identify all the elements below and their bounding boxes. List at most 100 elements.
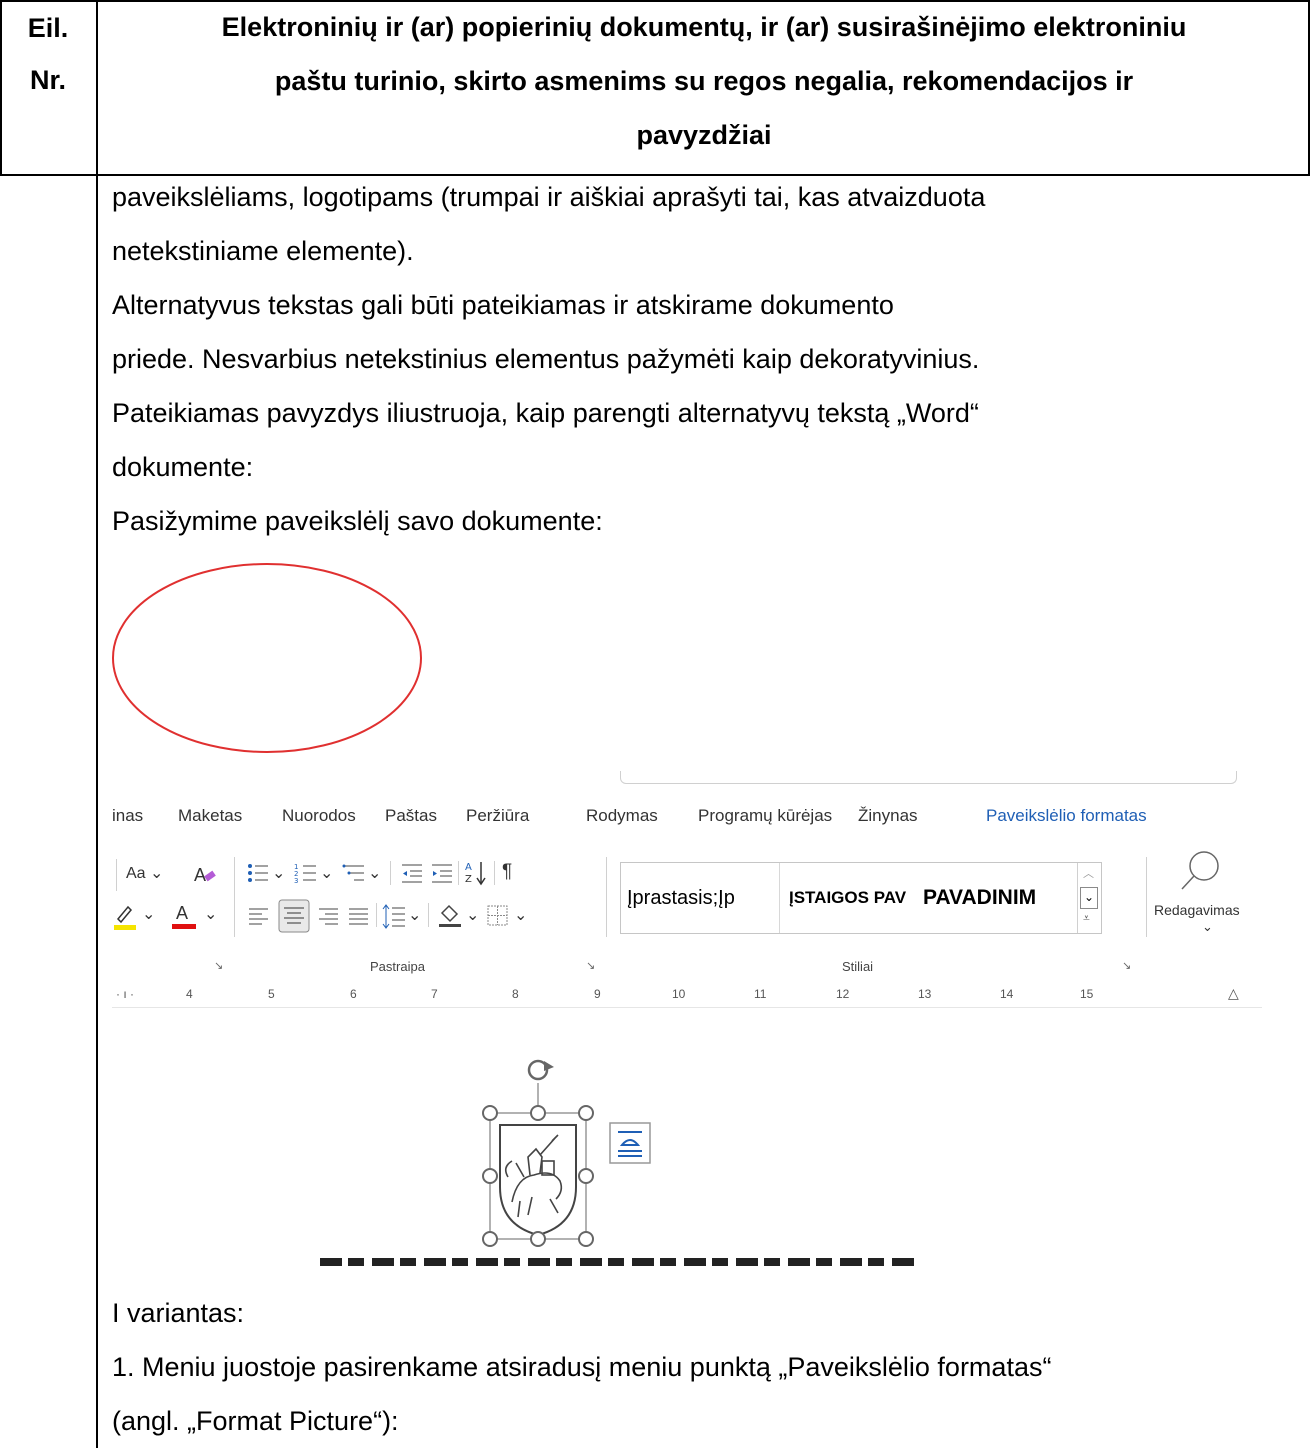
shading-icon[interactable] xyxy=(436,901,464,929)
svg-text:A: A xyxy=(176,903,188,923)
ribbon-separator xyxy=(1146,857,1147,937)
shading-dropdown[interactable]: ⌄ xyxy=(466,905,479,925)
body-line-10: (angl. „Format Picture“): xyxy=(112,1406,399,1436)
svg-text:Z: Z xyxy=(465,874,472,885)
line-spacing-icon[interactable] xyxy=(382,903,406,929)
ribbon-separator xyxy=(606,857,607,937)
rotate-handle-icon[interactable] xyxy=(527,1059,554,1081)
body-line-8: I variantas: xyxy=(112,1298,245,1328)
align-left-icon[interactable] xyxy=(248,905,270,927)
sort-icon[interactable]: A Z xyxy=(464,859,490,887)
right-indent-marker-icon[interactable]: △ xyxy=(1228,985,1239,1002)
tab-paveikslelio-formatas[interactable]: Paveikslėlio formatas xyxy=(986,806,1147,826)
ribbon-separator xyxy=(428,903,429,927)
style-normal[interactable]: Įprastasis;Įp xyxy=(627,863,777,933)
ribbon-separator xyxy=(390,861,391,885)
font-color-dropdown[interactable]: ⌄ xyxy=(204,904,217,924)
clipped-document-heading xyxy=(320,1258,920,1266)
ribbon-separator xyxy=(494,861,495,885)
body-line-2: netekstiniame elemente). xyxy=(112,236,414,266)
increase-indent-icon[interactable] xyxy=(430,861,454,885)
layout-options-icon[interactable] xyxy=(608,1121,652,1165)
horizontal-ruler: · ı · 4 5 6 7 8 9 10 11 12 13 14 15 △ xyxy=(112,983,1262,1008)
body-line-9: 1. Meniu juostoje pasirenkame atsiradusį… xyxy=(112,1352,1052,1382)
ruler-number: 9 xyxy=(594,987,601,1001)
align-center-icon[interactable] xyxy=(278,899,310,933)
body-line-3: Alternatyvus tekstas gali būti pateikiam… xyxy=(112,290,894,320)
ruler-number: 8 xyxy=(512,987,519,1001)
bullets-dropdown[interactable]: ⌄ xyxy=(272,863,285,883)
ruler-number: 15 xyxy=(1080,987,1094,1001)
ribbon-separator xyxy=(234,857,235,937)
styles-scroll: ︿ ⌄ ⩡ xyxy=(1077,863,1100,933)
body-line-1: paveikslėliams, logotipams (trumpai ir a… xyxy=(112,182,986,212)
justify-icon[interactable] xyxy=(348,905,370,927)
ribbon-separator xyxy=(116,859,117,891)
group-label-paragraph: Pastraipa xyxy=(370,959,425,974)
show-formatting-marks-icon[interactable]: ¶ xyxy=(502,861,512,883)
ribbon-separator xyxy=(376,903,377,927)
tab-perziura[interactable]: Peržiūra xyxy=(466,806,529,826)
change-case-button[interactable]: Aa ⌄ xyxy=(126,863,163,883)
header-title-line-1: Elektroninių ir (ar) popierinių dokument… xyxy=(221,12,1187,42)
header-title-line-3: pavyzdžiai xyxy=(636,120,772,150)
align-right-icon[interactable] xyxy=(318,905,340,927)
multilevel-dropdown[interactable]: ⌄ xyxy=(368,863,381,883)
ribbon-separator xyxy=(458,861,459,885)
tab-nuorodos[interactable]: Nuorodos xyxy=(282,806,356,826)
bullets-icon[interactable] xyxy=(246,861,270,885)
ruler-number: 13 xyxy=(918,987,932,1001)
ruler-number: 6 xyxy=(350,987,357,1001)
numbering-dropdown[interactable]: ⌄ xyxy=(320,863,333,883)
highlight-dropdown[interactable]: ⌄ xyxy=(142,904,155,924)
header-title-line-2: paštu turinio, skirto asmenims su regos … xyxy=(274,66,1134,96)
numbering-icon[interactable]: 1 2 3 xyxy=(294,861,318,885)
styles-more-icon[interactable]: ⩡ xyxy=(1083,911,1090,926)
editing-dropdown-icon[interactable]: ⌄ xyxy=(1202,919,1213,935)
svg-text:A: A xyxy=(194,865,206,885)
body-line-4: priede. Nesvarbius netekstinius elementu… xyxy=(112,344,980,374)
tab-maketas[interactable]: Maketas xyxy=(178,806,242,826)
clear-formatting-icon[interactable]: A xyxy=(192,861,218,887)
ribbon-tabs: inas Maketas Nuorodos Paštas Peržiūra Ro… xyxy=(112,803,1262,833)
tab-zinynas[interactable]: Žinynas xyxy=(858,806,918,826)
header-eil: Eil. xyxy=(27,13,69,43)
search-bar[interactable] xyxy=(620,771,1237,784)
multilevel-list-icon[interactable] xyxy=(342,861,366,885)
document-table: Eil. Nr. Elektroninių ir (ar) popierinių… xyxy=(0,0,1310,1448)
tab-pastas[interactable]: Paštas xyxy=(385,806,437,826)
svg-text:A: A xyxy=(465,862,472,873)
ruler-number: 7 xyxy=(431,987,438,1001)
styles-dialog-launcher-icon[interactable]: ↘ xyxy=(1122,959,1131,972)
highlighter-icon[interactable] xyxy=(112,901,140,931)
style-istaigos-pavadinimas[interactable]: ĮSTAIGOS PAV xyxy=(789,863,913,933)
tab-rodymas[interactable]: Rodymas xyxy=(586,806,658,826)
word-ribbon-screenshot: inas Maketas Nuorodos Paštas Peržiūra Ro… xyxy=(112,771,1262,1271)
style-divider xyxy=(779,863,780,933)
line-spacing-dropdown[interactable]: ⌄ xyxy=(408,905,421,925)
ruler-number: 4 xyxy=(186,987,193,1001)
font-color-icon[interactable]: A xyxy=(170,899,198,931)
borders-icon[interactable] xyxy=(486,903,510,927)
paragraph-dialog-launcher-icon[interactable]: ↘ xyxy=(586,959,595,972)
styles-scroll-up-icon[interactable]: ︿ xyxy=(1083,865,1094,881)
decrease-indent-icon[interactable] xyxy=(400,861,424,885)
header-row-number-cell: Eil. Nr. xyxy=(0,0,96,106)
ruler-number: 11 xyxy=(754,987,767,1001)
red-oval-shape xyxy=(112,563,422,753)
table-column-divider xyxy=(96,0,98,1448)
borders-dropdown[interactable]: ⌄ xyxy=(514,905,527,925)
editing-button[interactable]: Redagavimas xyxy=(1154,902,1240,918)
tab-programu-kurejas[interactable]: Programų kūrėjas xyxy=(698,806,832,826)
search-magnifier-icon[interactable] xyxy=(1178,849,1222,895)
style-pavadinimas[interactable]: PAVADINIM xyxy=(923,863,1073,933)
tab-inas[interactable]: inas xyxy=(112,806,143,826)
font-dialog-launcher-icon[interactable]: ↘ xyxy=(214,959,223,972)
change-case-label: Aa xyxy=(126,865,146,882)
styles-scroll-down-icon[interactable]: ⌄ xyxy=(1080,887,1098,909)
ruler-number: 12 xyxy=(836,987,850,1001)
group-label-styles: Stiliai xyxy=(842,959,874,974)
ruler-mark: · ı · xyxy=(116,987,134,1001)
body-line-7: Pasižymime paveikslėlį savo dokumente: xyxy=(112,506,603,536)
header-nr: Nr. xyxy=(29,65,67,95)
